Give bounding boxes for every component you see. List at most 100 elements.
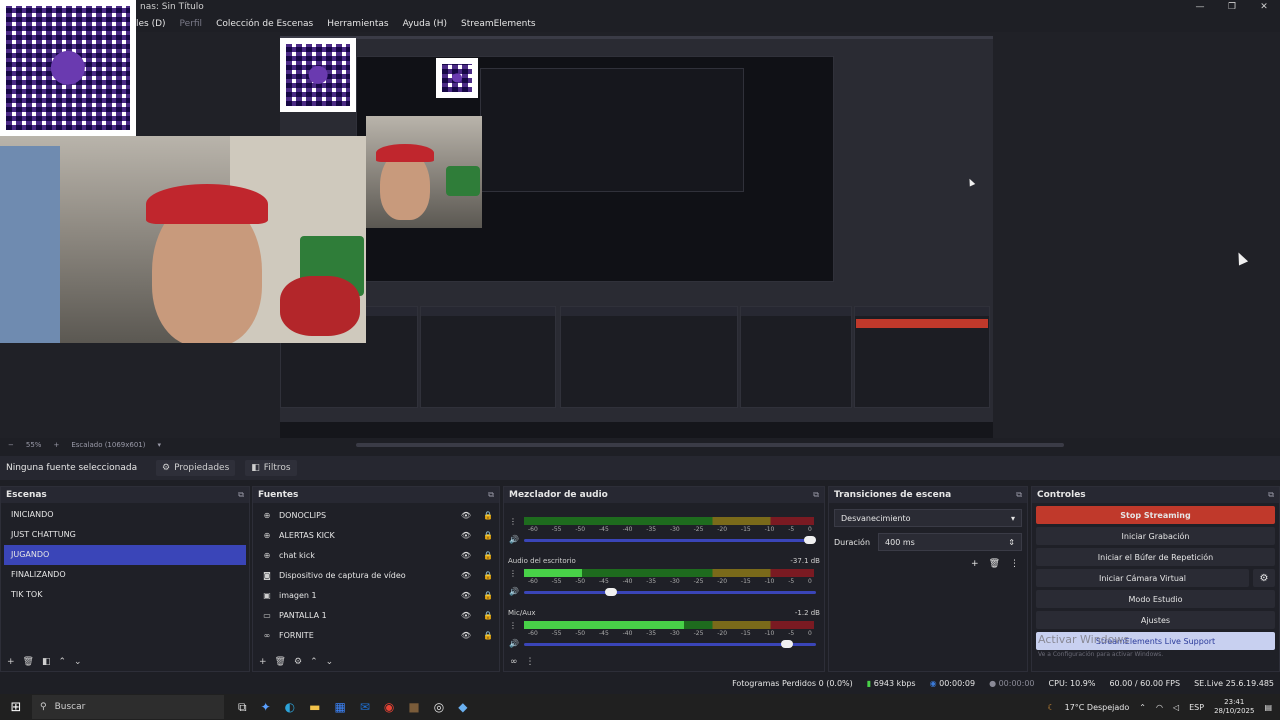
menu-tools[interactable]: Herramientas xyxy=(327,16,388,32)
source-item[interactable]: ⊕ chat kick 👁 🔒 xyxy=(256,545,496,565)
undock-icon[interactable]: ⧉ xyxy=(238,490,244,500)
move-down-icon[interactable]: ⌄ xyxy=(326,657,334,667)
scene-item[interactable]: JUST CHATTUNG xyxy=(4,525,246,545)
trash-icon[interactable]: 🗑 xyxy=(23,657,34,667)
lock-icon[interactable]: 🔒 xyxy=(480,571,496,580)
lock-icon[interactable]: 🔒 xyxy=(480,511,496,520)
chevron-up-icon[interactable]: ⌃ xyxy=(1139,703,1146,712)
language-label[interactable]: ESP xyxy=(1189,703,1204,712)
lock-icon[interactable]: 🔒 xyxy=(480,551,496,560)
minecraft-icon[interactable]: ■ xyxy=(408,700,419,715)
settings-button[interactable]: Ajustes xyxy=(1036,611,1275,629)
move-up-icon[interactable]: ⌃ xyxy=(310,657,318,667)
eye-icon[interactable]: 👁 xyxy=(458,591,474,600)
lock-icon[interactable]: 🔒 xyxy=(480,531,496,540)
start-recording-button[interactable]: Iniciar Grabación xyxy=(1036,527,1275,545)
weather-label[interactable]: 17°C Despejado xyxy=(1065,703,1130,712)
scene-item-selected[interactable]: JUGANDO xyxy=(4,545,246,565)
copilot-icon[interactable]: ✦ xyxy=(261,700,271,715)
chrome-icon[interactable]: ◉ xyxy=(384,700,394,715)
more-options-icon[interactable]: ⋮ xyxy=(1010,559,1019,569)
app-icon[interactable]: ◆ xyxy=(458,700,467,715)
preview-scrollbar[interactable] xyxy=(356,443,1064,447)
trash-icon[interactable]: 🗑 xyxy=(989,559,1000,569)
stop-streaming-button[interactable]: Stop Streaming xyxy=(1036,506,1275,524)
gear-icon[interactable]: ⚙ xyxy=(1253,569,1275,587)
edge-icon[interactable]: ◐ xyxy=(285,700,295,715)
outlook-icon[interactable]: ✉ xyxy=(360,700,370,715)
volume-slider[interactable] xyxy=(524,588,816,596)
notification-icon[interactable]: ▤ xyxy=(1264,703,1272,712)
menu-profile[interactable]: Perfil xyxy=(180,16,203,32)
filter-icon[interactable]: ◧ xyxy=(42,657,51,667)
clock[interactable]: 23:41 28/10/2025 xyxy=(1214,698,1254,716)
store-icon[interactable]: ▦ xyxy=(334,700,345,715)
zoom-out-icon[interactable]: − xyxy=(8,441,14,449)
volume-slider[interactable] xyxy=(524,640,816,648)
windows-start-icon[interactable]: ⊞ xyxy=(0,700,32,715)
menu-help[interactable]: Ayuda (H) xyxy=(403,16,447,32)
source-item[interactable]: ⊕ ALERTAS KICK 👁 🔒 xyxy=(256,525,496,545)
eye-icon[interactable]: 👁 xyxy=(458,571,474,580)
gear-icon[interactable]: ⚙ xyxy=(294,657,302,667)
move-up-icon[interactable]: ⌃ xyxy=(59,657,67,667)
move-down-icon[interactable]: ⌄ xyxy=(74,657,82,667)
properties-button[interactable]: ⚙ Propiedades xyxy=(156,460,236,476)
add-icon[interactable]: + xyxy=(971,559,979,569)
chevron-down-icon[interactable]: ▾ xyxy=(158,441,162,449)
duration-input[interactable]: 400 ms ⇕ xyxy=(878,533,1022,551)
source-item[interactable]: ▣ imagen 1 👁 🔒 xyxy=(256,585,496,605)
filters-button[interactable]: ◧ Filtros xyxy=(245,460,297,476)
obs-icon[interactable]: ◎ xyxy=(434,700,444,715)
source-item[interactable]: ▭ PANTALLA 1 👁 🔒 xyxy=(256,605,496,625)
undock-icon[interactable]: ⧉ xyxy=(1016,490,1022,500)
source-item[interactable]: ◙ Dispositivo de captura de vídeo 👁 🔒 xyxy=(256,565,496,585)
maximize-button[interactable]: ❐ xyxy=(1216,0,1248,16)
speaker-icon[interactable]: 🔊 xyxy=(509,535,519,544)
wifi-icon[interactable]: ◠ xyxy=(1156,703,1163,712)
eye-icon[interactable]: 👁 xyxy=(458,511,474,520)
menu-scene-collection[interactable]: Colección de Escenas xyxy=(216,16,313,32)
scene-item[interactable]: FINALIZANDO xyxy=(4,565,246,585)
close-button[interactable]: ✕ xyxy=(1248,0,1280,16)
studio-mode-button[interactable]: Modo Estudio xyxy=(1036,590,1275,608)
menu-streamelements[interactable]: StreamElements xyxy=(461,16,536,32)
task-view-icon[interactable]: ⧉ xyxy=(238,700,247,715)
link-icon[interactable]: ∞ xyxy=(510,657,518,667)
taskbar-search[interactable]: ⚲ Buscar xyxy=(32,695,224,719)
menu-scenes[interactable]: les (D) xyxy=(136,16,166,32)
lock-icon[interactable]: 🔒 xyxy=(480,591,496,600)
transition-select[interactable]: Desvanecimiento ▾ xyxy=(834,509,1022,527)
more-options-icon[interactable]: ⋮ xyxy=(509,517,517,526)
volume-slider[interactable] xyxy=(524,536,816,544)
speaker-icon[interactable]: 🔊 xyxy=(509,639,519,648)
eye-icon[interactable]: 👁 xyxy=(458,551,474,560)
more-options-icon[interactable]: ⋮ xyxy=(526,657,535,667)
zoom-in-icon[interactable]: + xyxy=(53,441,59,449)
undock-icon[interactable]: ⧉ xyxy=(813,490,819,500)
scene-item[interactable]: INICIANDO xyxy=(4,505,246,525)
eye-icon[interactable]: 👁 xyxy=(458,631,474,640)
minimize-button[interactable]: — xyxy=(1184,0,1216,16)
add-source-icon[interactable]: + xyxy=(259,657,267,667)
volume-icon[interactable]: ◁ xyxy=(1173,703,1179,712)
undock-icon[interactable]: ⧉ xyxy=(488,490,494,500)
more-options-icon[interactable]: ⋮ xyxy=(509,621,517,630)
source-item[interactable]: ⊕ DONOCLIPS 👁 🔒 xyxy=(256,505,496,525)
replay-buffer-button[interactable]: Iniciar el Búfer de Repetición xyxy=(1036,548,1275,566)
virtual-camera-button[interactable]: Iniciar Cámara Virtual xyxy=(1036,569,1249,587)
spinner-icon[interactable]: ⇕ xyxy=(1008,538,1015,547)
lock-icon[interactable]: 🔒 xyxy=(480,631,496,640)
trash-icon[interactable]: 🗑 xyxy=(275,657,286,667)
source-item[interactable]: ∞ FORNITE 👁 🔒 xyxy=(256,625,496,645)
fps: 60.00 / 60.00 FPS xyxy=(1109,678,1181,688)
eye-icon[interactable]: 👁 xyxy=(458,611,474,620)
speaker-icon[interactable]: 🔊 xyxy=(509,587,519,596)
add-scene-icon[interactable]: + xyxy=(7,657,15,667)
more-options-icon[interactable]: ⋮ xyxy=(509,569,517,578)
eye-icon[interactable]: 👁 xyxy=(458,531,474,540)
file-explorer-icon[interactable]: ▬ xyxy=(309,700,320,715)
scene-item[interactable]: TIK TOK xyxy=(4,585,246,605)
undock-icon[interactable]: ⧉ xyxy=(1268,490,1274,500)
lock-icon[interactable]: 🔒 xyxy=(480,611,496,620)
